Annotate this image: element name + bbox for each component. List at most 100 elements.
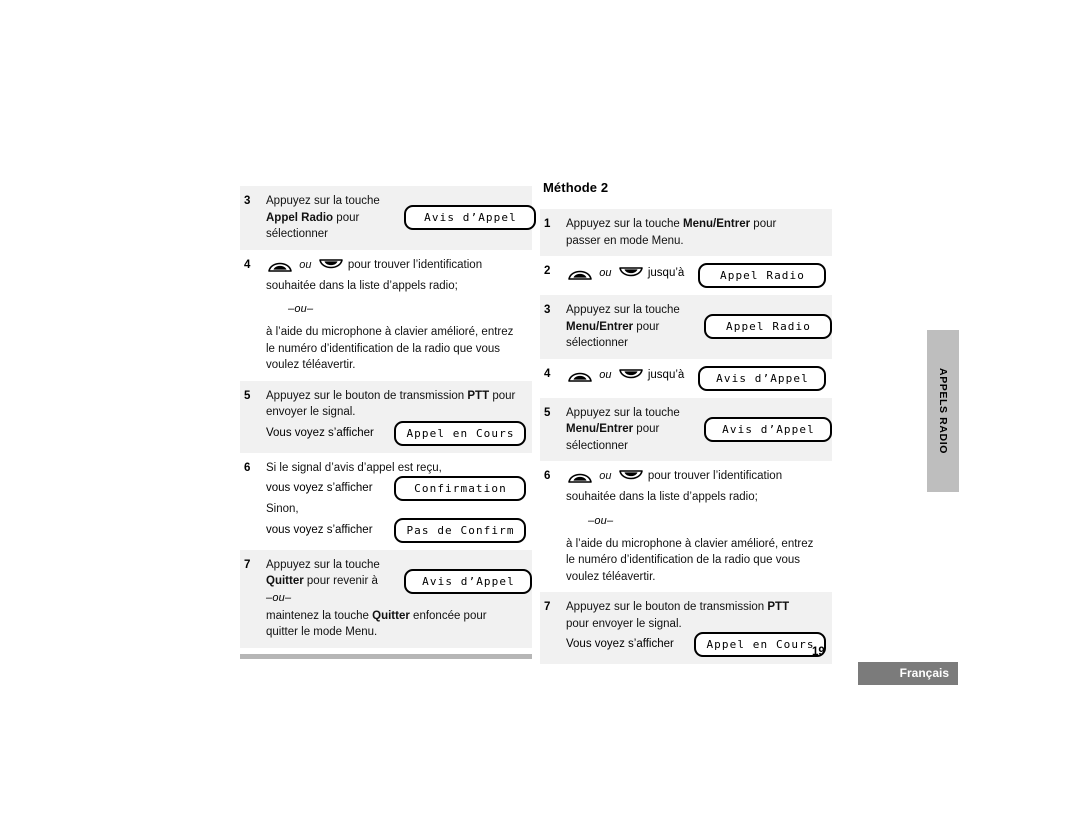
lcd-wrap: Avis d’Appel — [698, 365, 826, 391]
key-name-bold: Quitter — [372, 609, 410, 622]
step-line1-pre: Appuyez sur le bouton de transmission — [266, 389, 465, 402]
step-right-7: 7 Appuyez sur le bouton de transmission … — [540, 592, 832, 664]
step-line2: Sinon, — [266, 503, 299, 515]
up-arrow-button-icon — [567, 368, 593, 389]
lcd-wrap: Appel en Cours — [694, 632, 826, 657]
page-number: 19 — [812, 646, 825, 658]
down-arrow-button-icon — [618, 266, 644, 287]
step-line2: pour envoyer le signal. — [566, 617, 682, 630]
step-line1: Appuyez sur la touche Menu/Entrer pour — [566, 216, 826, 233]
step-number: 2 — [544, 265, 551, 277]
step-text-line2: Menu/Entrer pour — [566, 319, 704, 336]
alt-line2: le numéro d’identification de la radio q… — [266, 342, 500, 355]
step-text: Appuyez sur la touche Quitter pour reven… — [266, 557, 404, 608]
step-line1-pre: Appuyez sur la touche — [566, 218, 680, 230]
ou-italic: ou — [599, 266, 612, 279]
step-text-line3: sélectionner — [566, 439, 629, 452]
lcd-wrap: Avis d’Appel — [704, 416, 832, 442]
step-text: Appuyez sur la touche Appel Radio pour s… — [266, 193, 404, 243]
lcd-wrap: Confirmation — [394, 476, 526, 501]
key-name-bold: Appel Radio — [266, 211, 334, 224]
key-name-bold: Menu/Entrer — [566, 320, 634, 333]
step-line2: passer en mode Menu. — [566, 234, 684, 247]
step-left-7: 7 Appuyez sur la touche Quitter pour rev… — [240, 549, 532, 648]
display-row: ou jusqu’à Appel Radio — [566, 263, 826, 288]
step-right-3: 3 Appuyez sur la touche Menu/Entrer pour… — [540, 295, 832, 359]
right-column: Méthode 2 1 Appuyez sur la touche Menu/E… — [540, 180, 832, 664]
ou-italic: ou — [599, 369, 612, 382]
alt-line3: voulez téléavertir. — [266, 359, 356, 371]
section-thumb-tab-label: APPELS RADIO — [937, 368, 949, 454]
section-thumb-tab: APPELS RADIO — [927, 330, 959, 492]
lcd-wrap: Avis d’Appel — [404, 568, 532, 594]
step-split: Appuyez sur la touche Quitter pour reven… — [266, 557, 532, 608]
alt-line1-pre: maintenez la touche — [266, 609, 369, 622]
step-body: Si le signal d’avis d’appel est reçu, vo… — [266, 460, 532, 543]
step-body: ou jusqu’à Avis d’Appel — [566, 365, 832, 391]
step-right-2: 2 ou jusqu’à Appel Radio — [540, 256, 832, 295]
step-number: 3 — [544, 304, 551, 316]
lcd-display: Appel Radio — [704, 314, 832, 340]
step-number: 7 — [544, 601, 551, 613]
lcd-display: Appel Radio — [698, 263, 826, 288]
lcd-display: Avis d’Appel — [404, 568, 532, 594]
step-line1-pre: Appuyez sur le bouton de transmission — [566, 601, 765, 613]
row-label: Vous voyez s’afficher — [266, 426, 374, 439]
step-number: 3 — [244, 195, 251, 207]
lcd-display: Appel en Cours — [394, 420, 526, 446]
lcd-wrap: Pas de Confirm — [394, 517, 526, 543]
left-column: 3 Appuyez sur la touche Appel Radio pour… — [240, 186, 536, 659]
alt-line1: à l’aide du microphone à clavier amélior… — [566, 537, 814, 550]
step-right-6: 6 ou pour trouver l’identification souha… — [540, 461, 832, 592]
alt-line3: voulez téléavertir. — [566, 570, 656, 583]
step-text-line2: Appel Radio pour — [266, 210, 404, 227]
step-text-after-bold: pour — [636, 320, 660, 333]
lcd-wrap: Avis d’Appel — [404, 205, 536, 231]
step-text: Appuyez sur la touche Menu/Entrer pour s… — [566, 405, 704, 455]
step-body: Appuyez sur la touche Menu/Entrer pour s… — [566, 405, 832, 455]
step-icons-trailing-text: pour trouver l’identification — [347, 258, 483, 271]
ou-separator: –ou– — [588, 514, 614, 527]
alt-line1: à l’aide du microphone à clavier amélior… — [266, 326, 514, 338]
step-number: 5 — [244, 389, 251, 402]
icons-and-label: ou jusqu’à — [566, 367, 684, 389]
lcd-wrap: Appel en Cours — [394, 420, 526, 446]
step-text-line1: Appuyez sur la touche — [266, 558, 380, 571]
step-number: 4 — [244, 258, 251, 271]
step-text-line1: Appuyez sur la touche — [266, 195, 380, 207]
step-right-1: 1 Appuyez sur la touche Menu/Entrer pour… — [540, 209, 832, 256]
ptt-bold: PTT — [767, 601, 790, 613]
step-line2: souhaitée dans la liste d’appels radio; — [266, 279, 458, 292]
lcd-wrap: Appel Radio — [704, 314, 832, 340]
step-body: ou pour trouver l’identification souhait… — [566, 468, 832, 585]
step-body: ou pour trouver l’identification souhait… — [266, 257, 532, 374]
display-row: Vous voyez s’afficher Appel en Cours — [566, 632, 826, 657]
lcd-display: Appel en Cours — [694, 632, 826, 657]
alt-line1: maintenez la touche Quitter enfoncée pou… — [266, 608, 526, 625]
display-row-2: vous voyez s’afficher Pas de Confirm — [266, 517, 526, 543]
ou-separator: –ou– — [288, 303, 314, 315]
column-bottom-rule — [240, 653, 532, 659]
lcd-display: Avis d’Appel — [698, 365, 826, 391]
step-split: Appuyez sur la touche Menu/Entrer pour s… — [566, 405, 832, 455]
step-body: Appuyez sur la touche Appel Radio pour s… — [266, 193, 536, 243]
step-number: 1 — [544, 218, 551, 230]
until-label: jusqu’à — [647, 266, 685, 279]
step-number: 6 — [244, 461, 251, 474]
step-text-line2: Menu/Entrer pour — [566, 421, 704, 438]
step-split: Appuyez sur la touche Menu/Entrer pour s… — [566, 302, 832, 352]
lcd-display: Avis d’Appel — [704, 416, 832, 442]
step-line2: souhaitée dans la liste d’appels radio; — [566, 491, 758, 503]
step-number: 6 — [544, 470, 551, 482]
lcd-wrap: Appel Radio — [698, 263, 826, 288]
step-line1: Appuyez sur le bouton de transmission PT… — [266, 388, 526, 405]
up-arrow-button-icon — [567, 469, 593, 489]
method-title: Méthode 2 — [543, 180, 609, 195]
step-text-line3: sélectionner — [266, 228, 329, 240]
step-body: Appuyez sur le bouton de transmission PT… — [266, 388, 532, 446]
display-row-1: vous voyez s’afficher Confirmation — [266, 476, 526, 501]
icons-and-label: ou jusqu’à — [566, 265, 684, 287]
step-text-after-bold: pour revenir à — [306, 575, 378, 587]
step-icons-line: ou pour trouver l’identification — [266, 257, 526, 278]
step-left-6: 6 Si le signal d’avis d’appel est reçu, … — [240, 452, 532, 550]
